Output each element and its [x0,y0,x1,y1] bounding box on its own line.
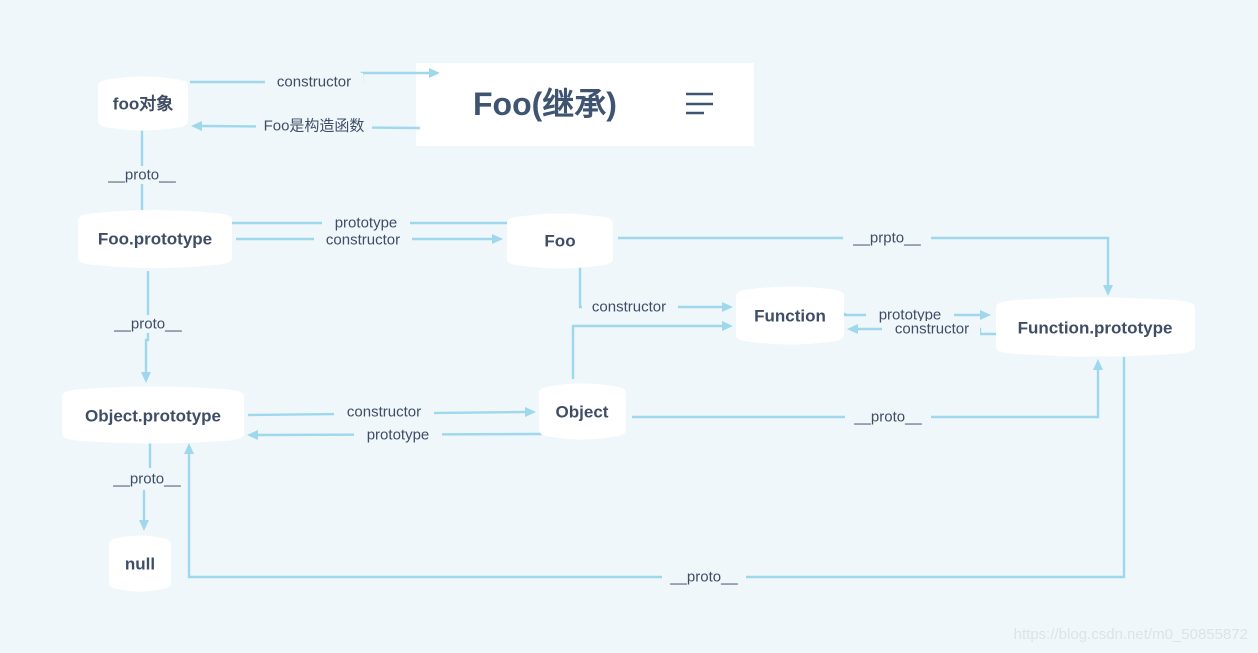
edge-fooobj-constructor: constructor [190,68,440,91]
title-card: Foo(继承) [416,63,754,146]
edge-objectproto-constructor: constructor [247,403,536,421]
node-object[interactable]: Object [539,383,626,440]
edge-object-proto: __proto__ [632,359,1103,426]
edge-label: constructor [895,321,969,338]
edge-label: Foo是构造函数 [264,118,365,135]
edge-label: constructor [277,74,351,91]
edge-foo-prpto: __prpto__ [618,229,1113,296]
edge-fooproto-proto: __proto__ [104,271,192,383]
node-label: Foo.prototype [98,230,212,249]
edge-label: prototype [335,215,398,232]
diagram-title: Foo(继承) [473,86,617,122]
edge-label: prototype [367,427,430,444]
prototype-chain-diagram: Foo(继承) constructor Foo是构造函数 __proto__ p… [62,63,1195,592]
node-label: Object [556,403,609,422]
edge-object-prototype: prototype [247,426,543,444]
node-function-prototype[interactable]: Function.prototype [996,297,1195,357]
edge-functionproto-constructor: constructor [847,321,1000,338]
node-object-prototype[interactable]: Object.prototype [62,386,244,444]
edge-label: constructor [592,299,666,316]
node-label: Function.prototype [1018,319,1173,338]
nodes: foo对象 Foo.prototype Foo Function Functio… [62,76,1195,592]
edge-fooproto-constructor: constructor [236,231,503,249]
edge-objectproto-proto: __proto__ [104,438,188,531]
node-label: null [125,555,155,574]
edge-label: __proto__ [853,409,922,426]
node-foo-object[interactable]: foo对象 [98,76,188,131]
edge-foo-is-constructor: Foo是构造函数 [191,117,421,135]
edge-label: __prpto__ [852,230,921,247]
node-foo-prototype[interactable]: Foo.prototype [78,210,232,268]
watermark: https://blog.csdn.net/m0_50855872 [1013,626,1248,643]
edge-foo-constructor: constructor [578,263,733,316]
edge-foo-prototype: prototype [202,214,517,232]
node-label: Foo [544,232,575,251]
edge-label: __proto__ [113,316,182,333]
edge-label: __proto__ [112,471,181,488]
node-foo[interactable]: Foo [507,213,613,269]
edge-functionproto-proto: __proto__ [184,357,1126,586]
edge-object-function [571,321,733,379]
node-label: foo对象 [113,94,173,114]
edge-label: __proto__ [669,569,738,586]
node-null[interactable]: null [109,535,171,592]
node-label: Object.prototype [85,407,221,426]
edge-label: __proto__ [107,167,176,184]
edge-label: constructor [326,232,400,249]
node-function[interactable]: Function [736,286,844,345]
edge-label: constructor [347,404,421,421]
node-label: Function [754,307,826,326]
